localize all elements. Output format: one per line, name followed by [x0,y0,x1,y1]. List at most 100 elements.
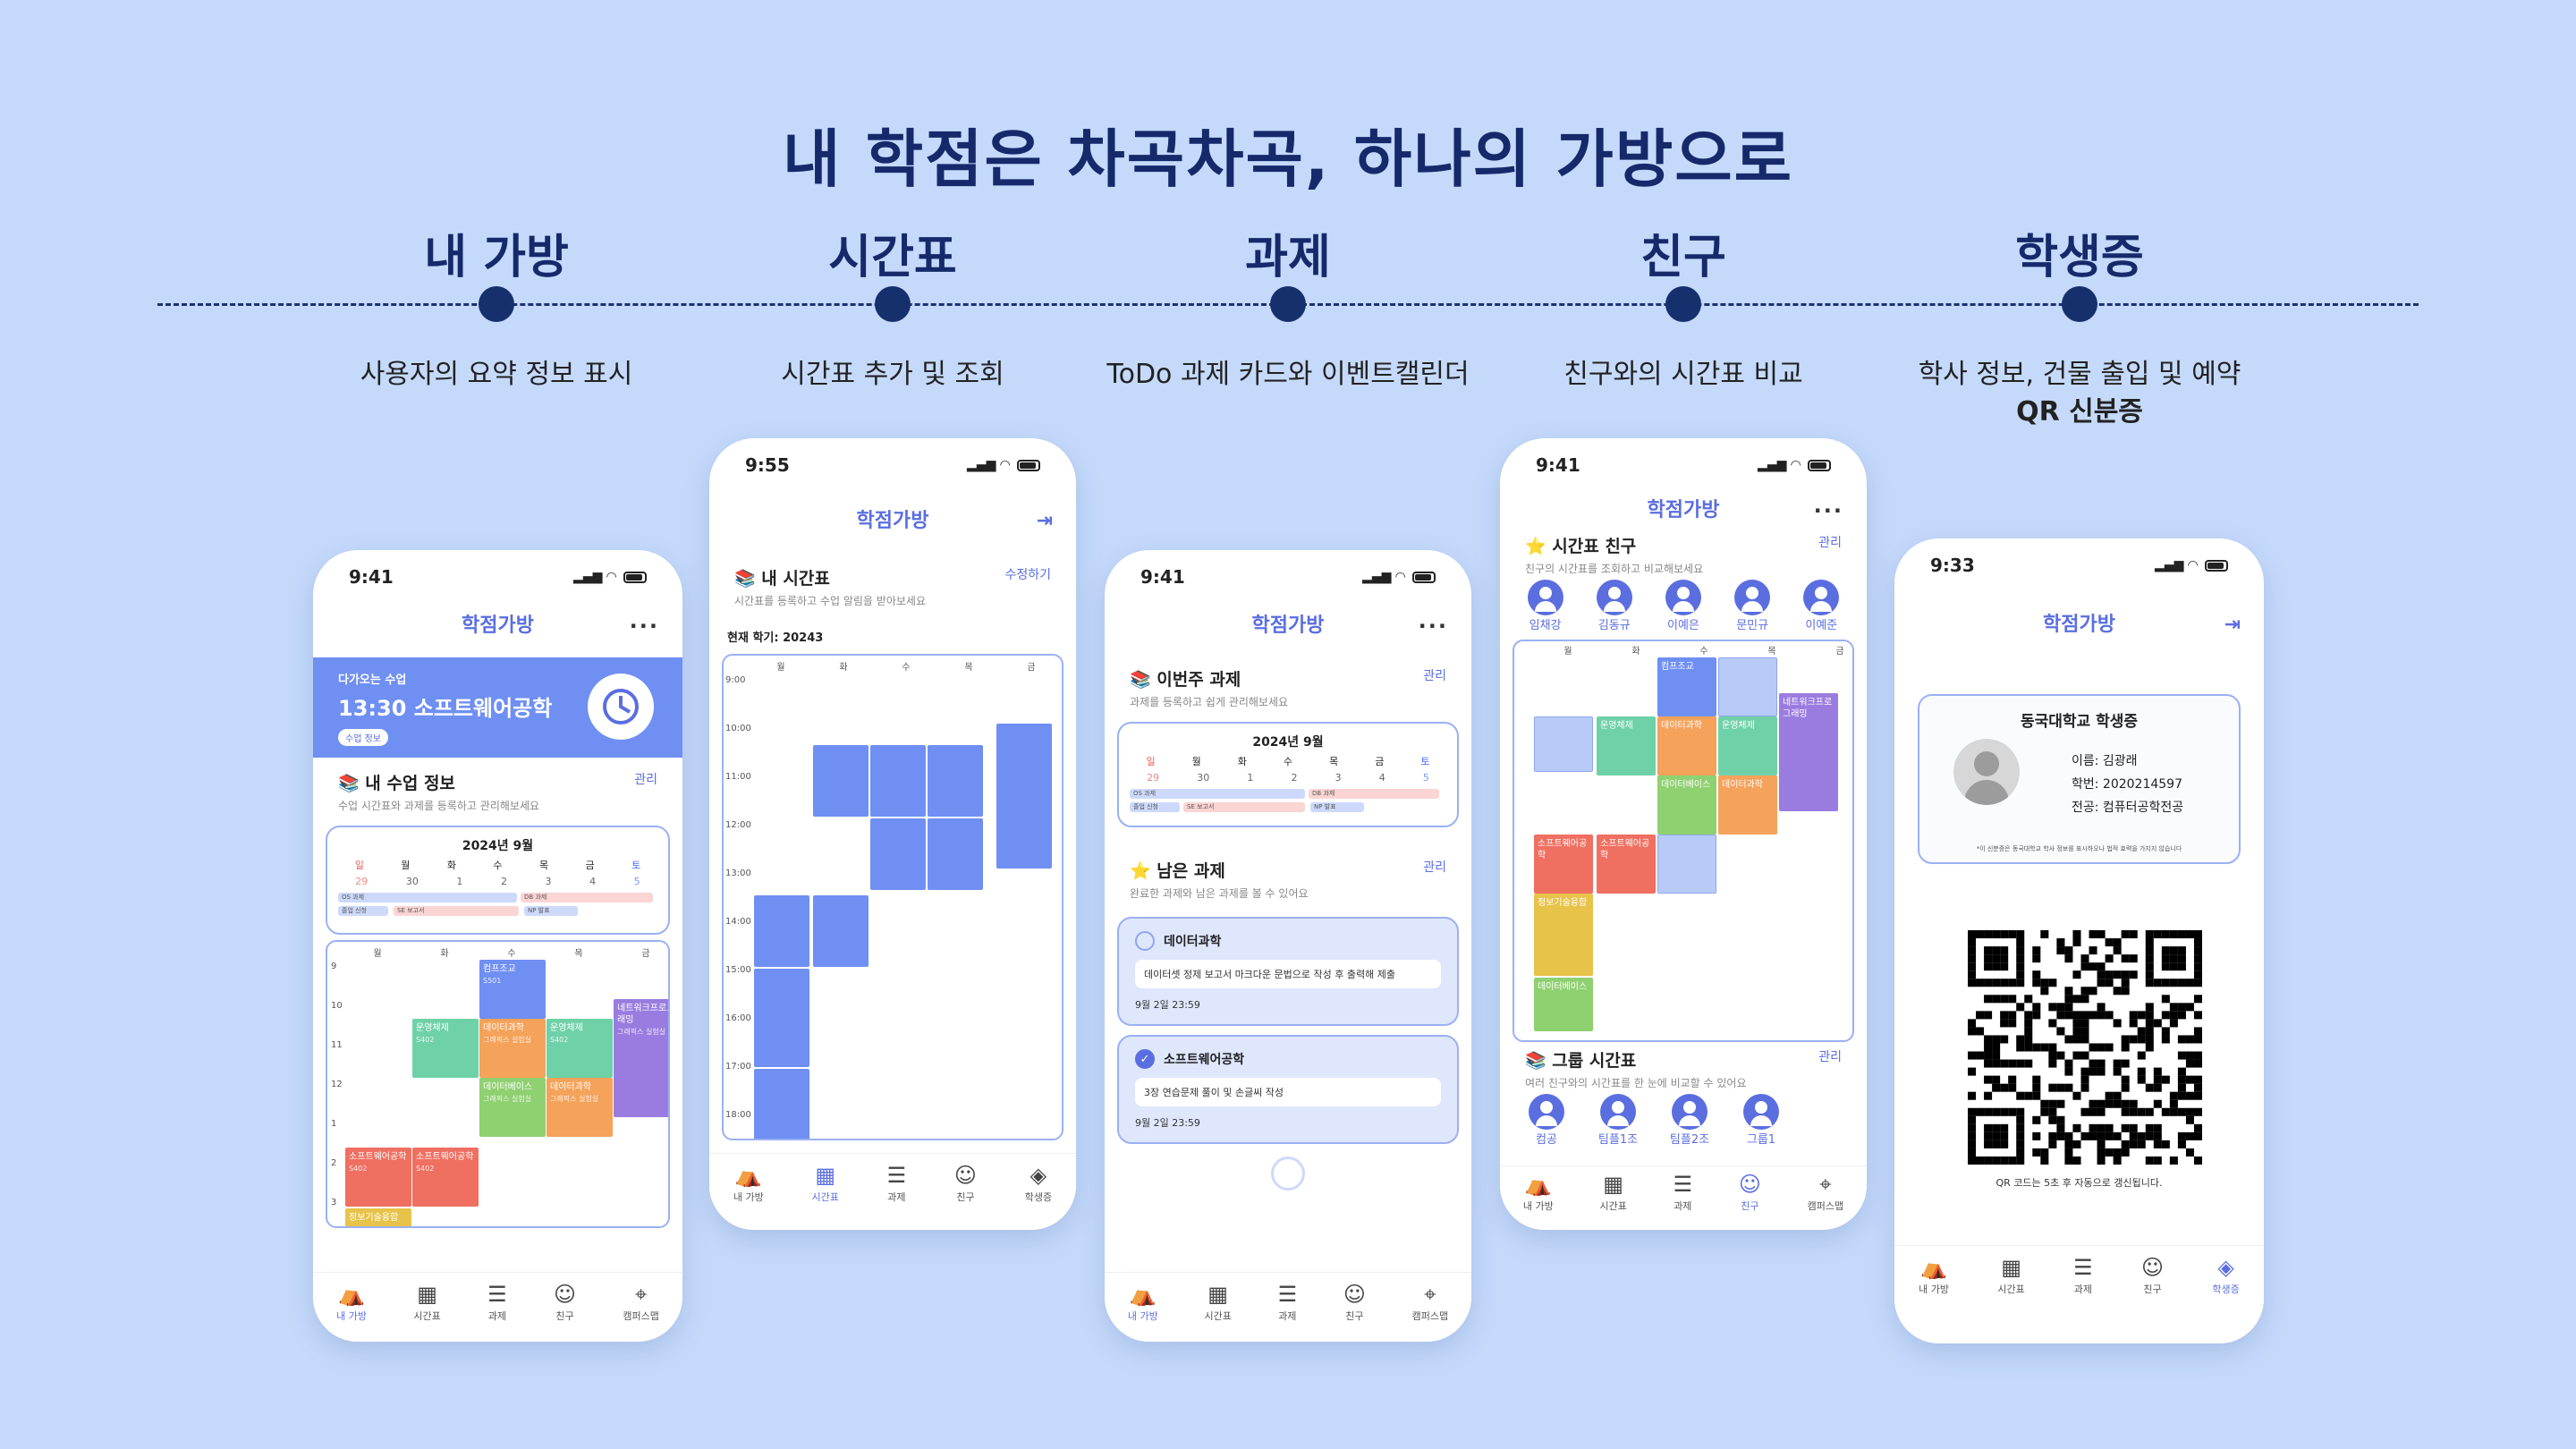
calendar-event[interactable]: 졸업 신청 [338,906,388,916]
tab-task[interactable]: ☰ 과제 [887,1165,907,1204]
class-block[interactable]: 네트워크프로그래밍 그래픽스 실험실 [614,999,668,1117]
class-block[interactable]: 정보기술융합 [345,1208,411,1226]
checkbox[interactable] [1135,931,1155,951]
logout-icon[interactable]: ⇥ [1037,499,1053,544]
manage-link[interactable]: 관리 [1423,858,1446,882]
class-block[interactable]: 소프트웨어공학 [1597,835,1656,894]
manage-link[interactable]: 관리 [1818,1047,1842,1072]
manage-link[interactable]: 관리 [1818,533,1842,557]
friend-avatar[interactable]: 문민규 [1724,580,1781,632]
add-task-button[interactable] [1271,1157,1305,1191]
tab-friend[interactable]: ☺ 친구 [1739,1174,1761,1213]
class-block[interactable]: 소프트웨어공학 S402 [345,1148,411,1207]
class-block[interactable] [928,745,983,817]
calendar-event[interactable]: SE 보고서 [394,906,519,916]
class-block[interactable]: 데이터베이스 [1534,978,1593,1031]
group-avatar[interactable]: 컴공 [1518,1094,1575,1147]
tab-campus[interactable]: ⌖ 캠퍼스맵 [1808,1174,1843,1213]
manage-link[interactable]: 관리 [634,770,657,794]
calendar-event[interactable]: NP 발표 [524,906,578,916]
friend-avatar[interactable]: 김동규 [1586,580,1643,632]
checkbox-checked[interactable]: ✓ [1135,1049,1155,1069]
timetable-grid[interactable]: 월 화 수 목 금 9 10 11 12 1 2 3 컴프조교 S501 운영체제… [326,940,670,1228]
tab-timetable[interactable]: ▦ 시간표 [1204,1284,1231,1323]
tab-timetable[interactable]: ▦ 시간표 [1599,1174,1626,1213]
class-block[interactable] [754,1069,809,1139]
student-id-card[interactable]: 동국대학교 학생증 이름: 김광래 학번: 2020214597 전공: 컴퓨터… [1918,694,2241,864]
class-block[interactable] [754,969,809,1067]
class-block[interactable]: 데이터과학 [1657,716,1716,775]
logout-icon[interactable]: ⇥ [2224,603,2241,648]
todo-card[interactable]: 데이터과학 데이터셋 정제 보고서 마크다운 문법으로 작성 후 출력해 제출 … [1117,917,1459,1026]
calendar-event[interactable]: OS 과제 [1130,789,1305,799]
tab-task[interactable]: ☰ 과제 [487,1284,507,1323]
class-block[interactable]: 운영체제 [1597,716,1656,775]
class-block[interactable]: 네트워크프로그래밍 [1779,693,1838,811]
class-block[interactable]: 소프트웨어공학 [1534,835,1593,894]
tab-timetable[interactable]: ▦ 시간표 [1997,1257,2024,1296]
class-block[interactable]: 운영체제 S402 [412,1019,479,1078]
friend-avatar[interactable]: 이예준 [1792,580,1850,632]
tab-idcard[interactable]: ◈ 학생증 [1025,1165,1052,1204]
tab-timetable[interactable]: ▦ 시간표 [812,1165,839,1204]
class-block[interactable] [870,745,926,817]
tab-task[interactable]: ☰ 과제 [1674,1174,1693,1213]
event-calendar[interactable]: 2024년 9월 일월화수목금토 29 30 1 2 3 4 5 OS 과제 DB 과제 졸… [1117,722,1459,827]
more-menu-icon[interactable]: ··· [1419,604,1448,648]
overlap-block[interactable] [1718,657,1777,716]
tab-friend[interactable]: ☺ 친구 [1343,1284,1366,1323]
tab-friend[interactable]: ☺ 친구 [954,1165,977,1204]
class-block[interactable] [813,745,869,817]
class-block[interactable]: 컴프조교 S501 [479,960,546,1019]
class-block[interactable]: 운영체제 [1718,716,1777,775]
calendar-event[interactable]: 졸업 신청 [1130,802,1180,812]
friend-avatar[interactable]: 임채강 [1517,580,1574,632]
tab-bag[interactable]: ⛺ 내 가방 [733,1165,764,1204]
compare-timetable-grid[interactable]: 월 화 수 목 금 컴프조교 운영체제 데이터과학 운영체제 네트워크프로그래밍… [1513,640,1854,1042]
calendar-event[interactable]: DB 과제 [1309,789,1439,799]
manage-link[interactable]: 관리 [1423,666,1446,691]
tab-timetable[interactable]: ▦ 시간표 [413,1284,440,1323]
tab-bag[interactable]: ⛺ 내 가방 [1523,1174,1554,1213]
class-block[interactable]: 데이터과학 그래픽스 실험실 [479,1019,546,1078]
next-class-banner[interactable]: 다가오는 수업 13:30 소프트웨어공학 수업 정보 [313,657,682,758]
tab-task[interactable]: ☰ 과제 [1278,1284,1298,1323]
tab-bag[interactable]: ⛺ 내 가방 [336,1284,367,1323]
timetable-grid[interactable]: 월 화 수 목 금 9:00 10:00 11:00 12:00 13:00 1… [722,654,1063,1140]
class-block[interactable]: 정보기술융합 [1534,894,1593,976]
tab-friend[interactable]: ☺ 친구 [2141,1257,2164,1296]
class-block[interactable] [928,818,983,890]
class-block[interactable] [813,895,869,967]
class-block[interactable]: 데이터베이스 [1657,775,1716,835]
tab-bag[interactable]: ⛺ 내 가방 [1919,1257,1949,1296]
tab-task[interactable]: ☰ 과제 [2073,1257,2093,1296]
class-block[interactable] [996,724,1052,869]
more-menu-icon[interactable]: ··· [630,604,659,648]
calendar-event[interactable]: NP 발표 [1310,802,1364,812]
calendar-event[interactable]: DB 과제 [521,893,653,902]
tab-friend[interactable]: ☺ 친구 [554,1284,576,1323]
tab-idcard[interactable]: ◈ 학생증 [2212,1257,2239,1296]
tab-campus[interactable]: ⌖ 캠퍼스맵 [1412,1284,1448,1323]
tab-bag[interactable]: ⛺ 내 가방 [1128,1284,1158,1323]
class-info-button[interactable]: 수업 정보 [338,729,388,746]
class-block[interactable] [870,818,926,890]
calendar-event[interactable]: SE 보고서 [1183,802,1305,812]
class-block[interactable]: 데이터베이스 그래픽스 실험실 [479,1078,546,1137]
friend-avatar[interactable]: 이예은 [1655,580,1712,632]
class-block[interactable]: 데이터과학 [1718,775,1777,835]
class-block[interactable]: 데이터과학 그래픽스 실험실 [547,1078,613,1137]
group-avatar[interactable]: 팀플2조 [1661,1094,1718,1147]
event-calendar[interactable]: 2024년 9월 일월화수목금토 29 30 1 2 3 4 5 OS 과제 DB 과제 졸… [326,826,670,935]
overlap-block[interactable] [1534,716,1593,772]
overlap-block[interactable] [1657,835,1716,894]
calendar-event[interactable]: OS 과제 [338,893,517,902]
edit-link[interactable]: 수정하기 [1004,565,1051,589]
tab-campus[interactable]: ⌖ 캠퍼스맵 [623,1284,658,1323]
todo-card[interactable]: ✓ 소프트웨어공학 3장 연습문제 풀이 및 손글씨 작성 9월 2일 23:59 [1117,1035,1459,1144]
class-block[interactable]: 소프트웨어공학 S402 [412,1148,479,1207]
group-avatar[interactable]: 그룹1 [1733,1094,1790,1147]
class-block[interactable] [754,895,809,967]
more-menu-icon[interactable]: ··· [1814,488,1843,533]
class-block[interactable]: 컴프조교 [1657,657,1716,716]
